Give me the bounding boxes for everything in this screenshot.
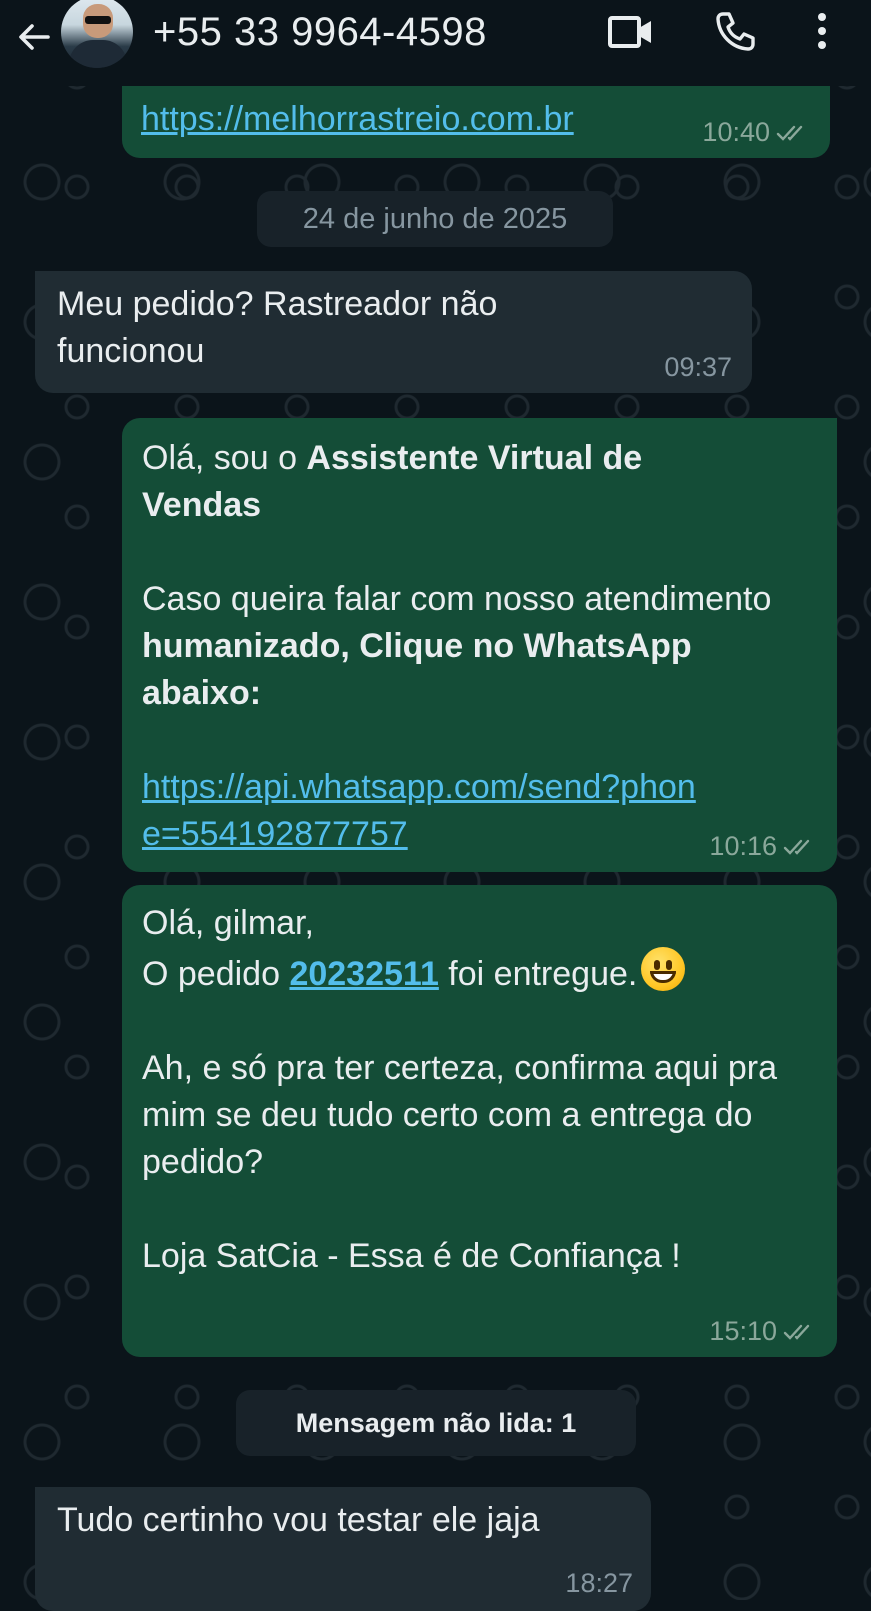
message-text: Meu pedido? Rastreador não funcionou — [57, 285, 498, 370]
more-options-icon[interactable] — [810, 10, 834, 52]
message-time: 09:37 — [664, 352, 732, 382]
back-arrow-icon[interactable] — [14, 17, 54, 57]
message-meta: 09:37 — [664, 354, 732, 381]
outgoing-message[interactable]: Olá, sou o Assistente Virtual de Vendas … — [122, 418, 837, 872]
message-meta: 10:40 — [702, 119, 810, 146]
message-text: O pedido — [142, 955, 290, 993]
message-paragraph: https://api.whatsapp.com/send?phone=5541… — [142, 764, 712, 858]
message-order-line: O pedido 20232511 foi entregue. — [142, 947, 817, 998]
date-separator: 24 de junho de 2025 — [257, 191, 613, 247]
message-greeting: Olá, gilmar, — [142, 904, 314, 942]
message-text: Olá, sou o — [142, 439, 307, 477]
message-time: 18:27 — [565, 1568, 633, 1598]
outgoing-message[interactable]: Olá, gilmar, O pedido 20232511 foi entre… — [122, 885, 837, 1357]
video-call-icon[interactable] — [608, 15, 654, 49]
unread-messages-banner: Mensagem não lida: 1 — [236, 1390, 636, 1456]
message-meta: 18:27 — [565, 1570, 633, 1597]
message-text: Caso queira falar com nosso atendimento — [142, 580, 772, 618]
contact-name[interactable]: +55 33 9964-4598 — [153, 10, 487, 55]
message-question: Ah, e só pra ter certeza, confirma aqui … — [142, 1049, 777, 1181]
delivered-ticks-icon — [776, 125, 803, 141]
message-paragraph: Olá, sou o Assistente Virtual de Vendas — [142, 435, 742, 529]
avatar[interactable] — [61, 0, 133, 68]
order-number-link[interactable]: 20232511 — [289, 955, 438, 993]
message-signature: Loja SatCia - Essa é de Confiança ! — [142, 1237, 681, 1275]
voice-call-icon[interactable] — [714, 10, 756, 52]
message-time: 15:10 — [709, 1316, 777, 1346]
message-bold-text: humanizado, Clique no WhatsApp abaixo: — [142, 627, 692, 712]
message-time: 10:16 — [709, 831, 777, 861]
message-text: Tudo certinho vou testar ele jaja — [57, 1501, 540, 1539]
incoming-message[interactable]: Tudo certinho vou testar ele jaja 18:27 — [35, 1487, 651, 1611]
message-meta: 15:10 — [709, 1318, 817, 1345]
message-paragraph: Caso queira falar com nosso atendimento … — [142, 576, 802, 717]
whatsapp-link[interactable]: https://api.whatsapp.com/send?phone=5541… — [142, 768, 696, 853]
delivered-ticks-icon — [783, 1324, 810, 1340]
message-link[interactable]: https://melhorrastreio.com.br — [141, 100, 574, 138]
message-time: 10:40 — [702, 117, 770, 147]
message-text: foi entregue. — [438, 955, 638, 993]
delivered-ticks-icon — [783, 839, 810, 855]
incoming-message[interactable]: Meu pedido? Rastreador não funcionou 09:… — [35, 271, 752, 393]
grinning-face-emoji-icon — [641, 947, 686, 991]
message-meta: 10:16 — [709, 833, 817, 860]
chat-header: +55 33 9964-4598 — [0, 0, 871, 86]
